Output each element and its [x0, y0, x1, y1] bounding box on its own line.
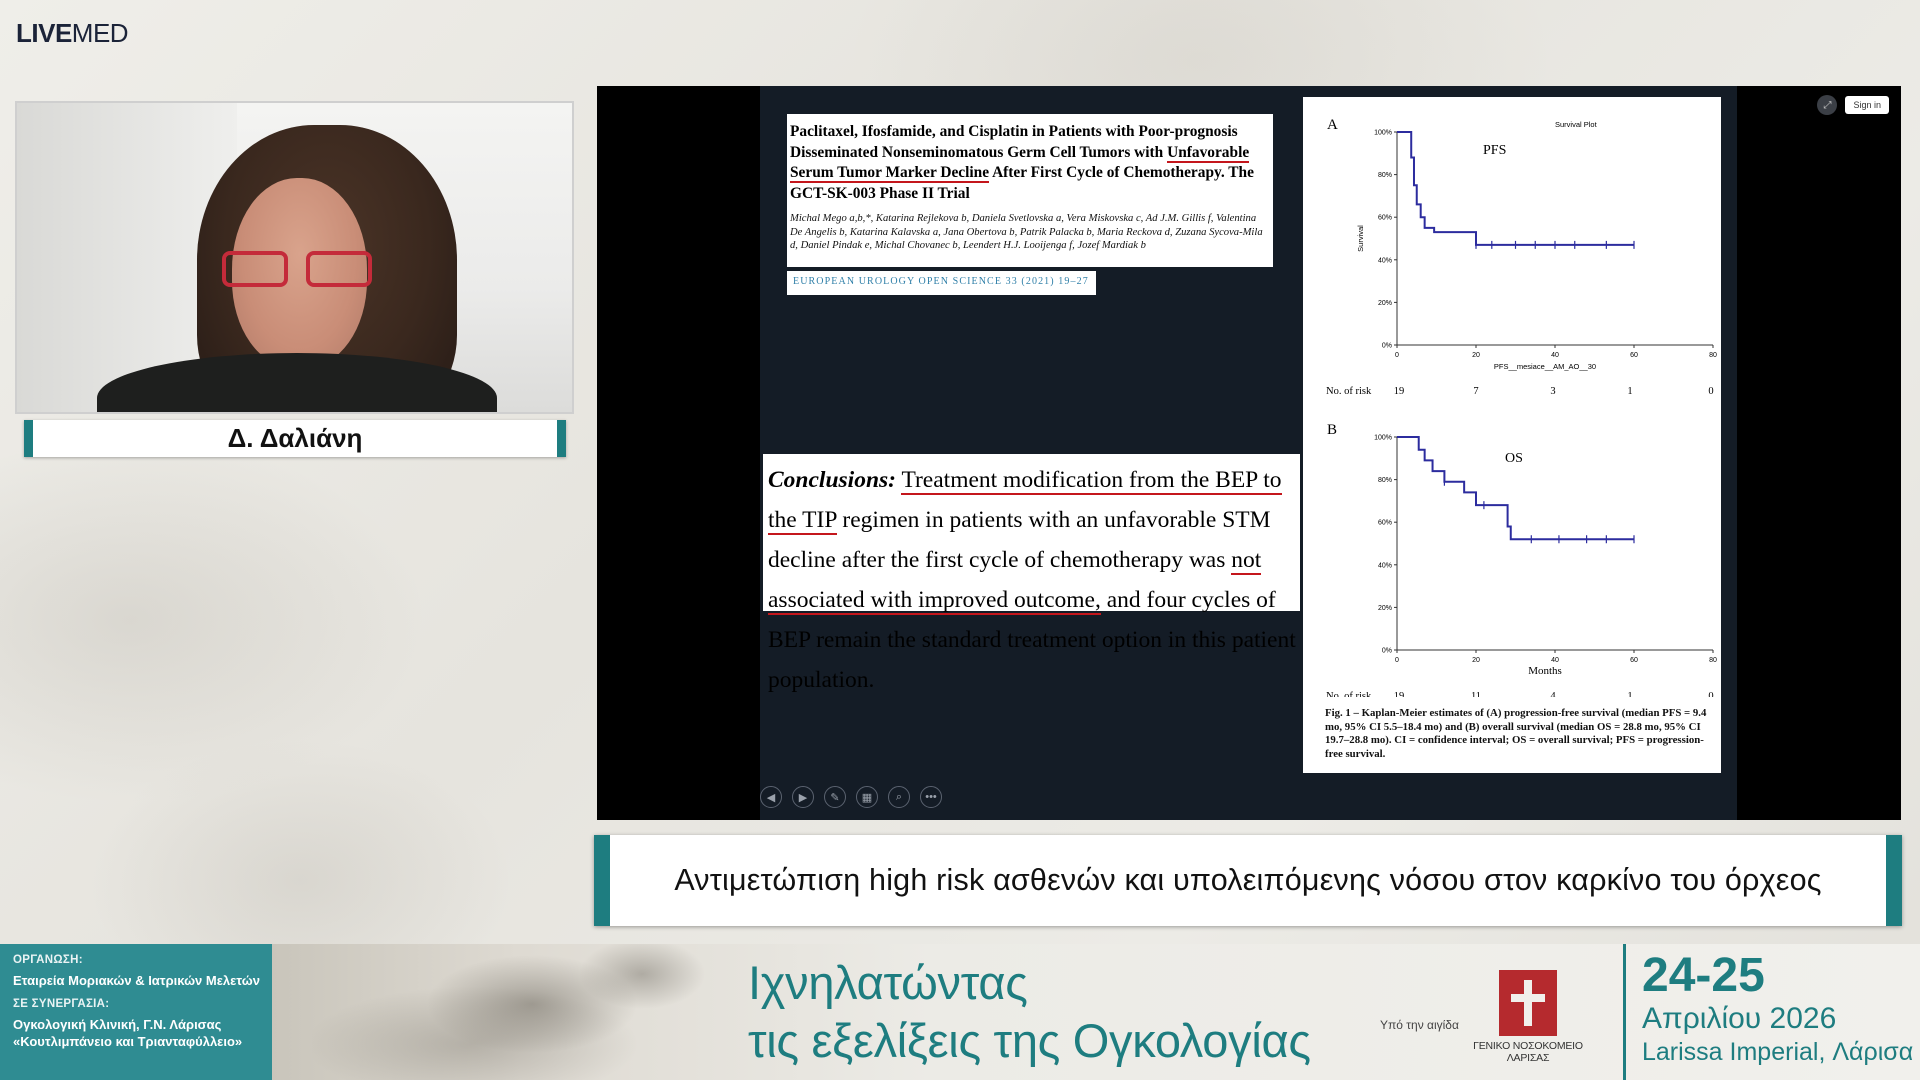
journal-citation: EUROPEAN UROLOGY OPEN SCIENCE 33 (2021) …	[787, 271, 1096, 295]
risk-count: 19	[1394, 691, 1405, 697]
organizer-name: Εταιρεία Μοριακών & Ιατρικών Μελετών	[13, 973, 260, 988]
km-figure: A Survival Plot 0% 20% 40% 60% 80% 100% 0 20 40 60 8…	[1303, 97, 1721, 773]
y-tick-label: 0%	[1382, 648, 1392, 655]
y-axis-label: Survival	[1356, 225, 1365, 252]
y-tick-label: 100%	[1374, 435, 1392, 442]
conference-title: Ιχνηλατώντας τις εξελίξεις της Ογκολογίας	[748, 956, 1311, 1067]
x-axis-label: PFS__mesiace__AM_AO__30	[1494, 362, 1596, 371]
y-tick-label: 40%	[1378, 257, 1392, 264]
y-tick-label: 100%	[1374, 130, 1392, 137]
y-tick-label: 80%	[1378, 477, 1392, 484]
y-tick-label: 20%	[1378, 605, 1392, 612]
zoom-icon[interactable]: ⌕	[888, 786, 910, 808]
y-tick-label: 60%	[1378, 215, 1392, 222]
risk-label: No. of risk	[1326, 691, 1372, 697]
x-tick-label: 80	[1709, 657, 1717, 664]
risk-count: 1	[1627, 386, 1632, 397]
aegis-label: Υπό την αιγίδα	[1380, 1018, 1459, 1032]
risk-count: 11	[1471, 691, 1481, 697]
y-tick-label: 0%	[1382, 343, 1392, 350]
slide: Paclitaxel, Ifosfamide, and Cisplatin in…	[760, 86, 1737, 820]
x-tick-label: 0	[1395, 352, 1399, 359]
conference-banner: Ιχνηλατώντας τις εξελίξεις της Ογκολογίας…	[272, 944, 1920, 1080]
speaker-name: Δ. Δαλιάνη	[24, 420, 566, 457]
sign-in-button[interactable]: Sign in	[1845, 96, 1889, 114]
event-dates: 24-25 Απριλίου 2026 Larissa Imperial, Λά…	[1642, 949, 1914, 1067]
paper-authors: Michal Mego a,b,*, Katarina Rejlekova b,…	[790, 213, 1263, 251]
pen-icon[interactable]: ✎	[824, 786, 846, 808]
risk-count: 1	[1627, 691, 1632, 697]
survival-curve	[1397, 131, 1634, 246]
x-tick-label: 0	[1395, 657, 1399, 664]
glasses-icon	[222, 251, 372, 289]
risk-label: No. of risk	[1326, 386, 1372, 397]
x-tick-label: 60	[1630, 657, 1638, 664]
x-tick-label: 20	[1472, 352, 1480, 359]
x-tick-label: 40	[1551, 352, 1559, 359]
viewer-corner-tools: ⤢ Sign in	[1817, 95, 1889, 115]
x-tick-label: 20	[1472, 657, 1480, 664]
risk-count: 7	[1473, 386, 1478, 397]
paper-title-block: Paclitaxel, Ifosfamide, and Cisplatin in…	[787, 114, 1273, 267]
banner-divider	[1623, 944, 1626, 1080]
risk-count: 19	[1394, 386, 1405, 397]
hospital-cross-icon	[1499, 970, 1557, 1036]
expand-icon[interactable]: ⤢	[1817, 95, 1838, 115]
x-tick-label: 60	[1630, 352, 1638, 359]
speaker-video	[15, 101, 574, 414]
figure-caption: Fig. 1 – Kaplan-Meier estimates of (A) p…	[1325, 707, 1707, 760]
x-tick-label: 40	[1551, 657, 1559, 664]
event-footer: ΟΡΓΑΝΩΣΗ: Εταιρεία Μοριακών & Ιατρικών Μ…	[0, 944, 1920, 1080]
prev-slide-icon[interactable]: ◀	[760, 786, 782, 808]
series-label: PFS	[1483, 143, 1506, 158]
panel-label: B	[1327, 422, 1337, 438]
risk-count: 4	[1550, 691, 1556, 697]
risk-count: 3	[1550, 386, 1555, 397]
horse-illustration	[312, 944, 812, 1080]
series-label: OS	[1505, 451, 1523, 466]
slides-grid-icon[interactable]: ▦	[856, 786, 878, 808]
plot-title: Survival Plot	[1555, 120, 1598, 129]
y-tick-label: 40%	[1378, 562, 1392, 569]
y-tick-label: 20%	[1378, 300, 1392, 307]
y-tick-label: 60%	[1378, 520, 1392, 527]
more-options-icon[interactable]: •••	[920, 786, 942, 808]
collaborator-name: Ογκολογική Κλινική, Γ.Ν. Λάρισας «Κουτλιμ…	[13, 1017, 243, 1049]
risk-count: 0	[1708, 691, 1713, 697]
slide-toolbar: ◀ ▶ ✎ ▦ ⌕ •••	[760, 786, 942, 812]
session-topic: Αντιμετώπιση high risk ασθενών και υπολε…	[594, 835, 1902, 926]
presentation-viewer[interactable]: Paclitaxel, Ifosfamide, and Cisplatin in…	[597, 86, 1901, 820]
hospital-logo: ΓΕΝΙΚΟ ΝΟΣΟΚΟΜΕΙΟ ΛΑΡΙΣΑΣ	[1472, 970, 1584, 1064]
next-slide-icon[interactable]: ▶	[792, 786, 814, 808]
organizers-panel: ΟΡΓΑΝΩΣΗ: Εταιρεία Μοριακών & Ιατρικών Μ…	[0, 944, 272, 1080]
x-axis-label: Months	[1528, 665, 1562, 677]
paper-title: Paclitaxel, Ifosfamide, and Cisplatin in…	[790, 123, 1254, 202]
y-tick-label: 80%	[1378, 172, 1392, 179]
panel-label: A	[1327, 117, 1338, 133]
km-plots: A Survival Plot0%20%40%60%80%100%0 20 40 60 8…	[1326, 117, 1717, 697]
conclusions-box: Conclusions: Treatment modification from…	[763, 454, 1300, 693]
x-tick-label: 80	[1709, 352, 1717, 359]
risk-count: 0	[1708, 386, 1713, 397]
livemed-logo: LIVEMED	[16, 18, 129, 48]
